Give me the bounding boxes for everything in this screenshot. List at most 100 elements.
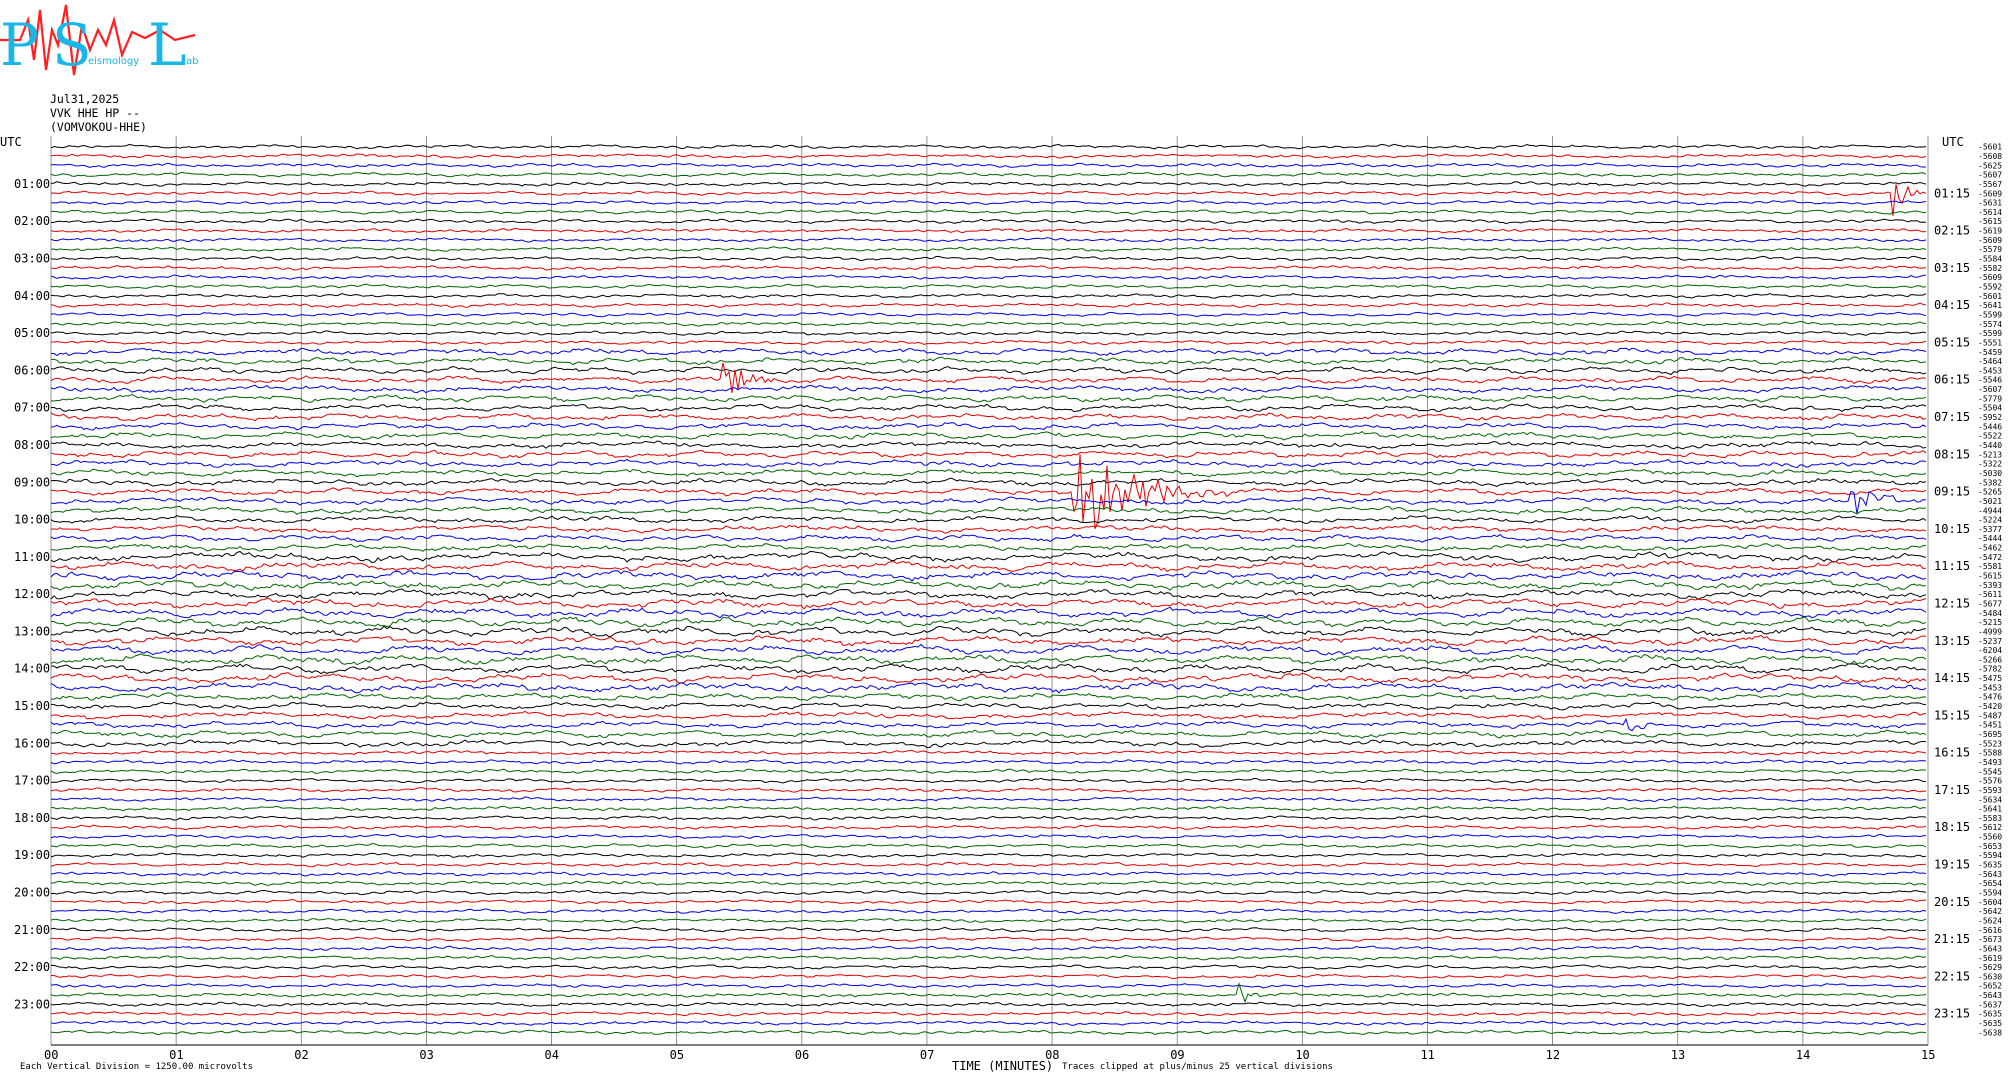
trace-line [50,861,1927,868]
trace-line [50,768,1927,775]
trace-offset-label: -5567 [1978,180,2002,189]
right-hour-label: 05:15 [1934,335,1970,349]
trace-offset-label: -5607 [1978,171,2002,180]
trace-offset-label: -5237 [1978,637,2002,646]
trace-line [50,505,1927,516]
trace-line [50,889,1927,896]
trace-line [50,171,1927,178]
trace-line [50,302,1927,309]
trace-line [50,430,1927,441]
x-tick-label: 03 [419,1048,433,1062]
trace-offset-label: -5635 [1978,1010,2002,1019]
right-hour-label: 06:15 [1934,373,1970,387]
trace-line [50,662,1927,675]
trace-offset-label: -5677 [1978,599,2002,608]
trace-offset-label: -5611 [1978,590,2002,599]
trace-offset-label: -5615 [1978,572,2002,581]
trace-line [51,255,1927,262]
trace-offset-label: -5594 [1978,851,2002,860]
trace-offset-label: -5487 [1978,711,2002,720]
trace-line [50,412,1927,422]
left-hour-label: 07:00 [14,401,50,415]
trace-line [50,787,1927,793]
x-tick-label: 05 [670,1048,684,1062]
x-tick-label: 06 [795,1048,809,1062]
left-hour-label: 21:00 [14,923,50,937]
trace-line [50,815,1927,821]
trace-offset-label: -5522 [1978,432,2002,441]
trace-offset-label: -5599 [1978,310,2002,319]
trace-line [50,739,1927,749]
x-axis-label: TIME (MINUTES) [952,1059,1053,1073]
trace-offset-label: -5599 [1978,329,2002,338]
trace-line [50,339,1927,346]
trace-line [50,899,1927,905]
trace-line [50,681,1927,694]
right-hour-label: 03:15 [1934,261,1970,275]
trace-line [50,162,1927,168]
trace-offset-label: -5584 [1978,255,2002,264]
trace-offset-label: -5476 [1978,693,2002,702]
trace-line [50,362,1927,393]
left-hour-label: 19:00 [14,848,50,862]
trace-line [51,692,1927,702]
trace-offset-label: -5609 [1978,189,2002,198]
trace-offset-label: -5619 [1978,227,2002,236]
trace-line [50,578,1927,591]
trace-offset-label: -5546 [1978,376,2002,385]
right-hour-label: 04:15 [1934,298,1970,312]
x-tick-label: 14 [1796,1048,1810,1062]
trace-offset-label: -5634 [1978,795,2002,804]
trace-line [50,852,1927,858]
trace-line [50,954,1927,961]
trace-offset-label: -5551 [1978,338,2002,347]
trace-offset-label: -5779 [1978,394,2002,403]
trace-line [50,964,1927,970]
trace-offset-label: -5382 [1978,478,2002,487]
trace-line [50,181,1927,187]
right-hour-label: 19:15 [1934,858,1970,872]
trace-line [50,237,1927,243]
trace-line [50,570,1927,582]
x-tick-label: 15 [1921,1048,1935,1062]
trace-offset-label: -5643 [1978,870,2002,879]
trace-offset-label: -5444 [1978,534,2002,543]
trace-offset-label: -5614 [1978,208,2002,217]
right-hour-label: 09:15 [1934,485,1970,499]
trace-line [50,477,1927,487]
trace-offset-label: -5576 [1978,777,2002,786]
trace-offset-label: -5643 [1978,944,2002,953]
trace-offset-label: -5451 [1978,721,2002,730]
trace-line [50,524,1927,534]
trace-offset-label: -5629 [1978,963,2002,972]
right-hour-label: 15:15 [1934,708,1970,722]
trace-line [50,550,1927,564]
trace-line [50,218,1927,225]
trace-offset-label: -5609 [1978,273,2002,282]
scale-note: Each Vertical Division = 1250.00 microvo… [20,1062,253,1072]
trace-line [50,449,1927,459]
trace-line [50,421,1927,431]
trace-line [50,701,1927,711]
trace-line [50,458,1927,469]
trace-line [50,365,1927,376]
trace-line [50,777,1927,784]
x-tick-label: 13 [1671,1048,1685,1062]
trace-line [50,393,1927,403]
left-axis-title: UTC [0,135,22,149]
trace-line [50,843,1927,849]
trace-line [50,153,1927,159]
trace-offset-label: -5459 [1978,348,2002,357]
x-tick-label: 01 [169,1048,183,1062]
trace-offset-label: -5440 [1978,441,2002,450]
trace-offset-label: -5612 [1978,823,2002,832]
right-hour-label: 20:15 [1934,895,1970,909]
left-hour-label: 17:00 [14,774,50,788]
trace-offset-label: -5030 [1978,469,2002,478]
trace-line [50,606,1927,619]
trace-line [50,199,1927,206]
left-hour-label: 18:00 [14,811,50,825]
trace-offset-label: -5625 [1978,161,2002,170]
trace-offset-label: -5484 [1978,609,2002,618]
trace-offset-label: -5592 [1978,283,2002,292]
